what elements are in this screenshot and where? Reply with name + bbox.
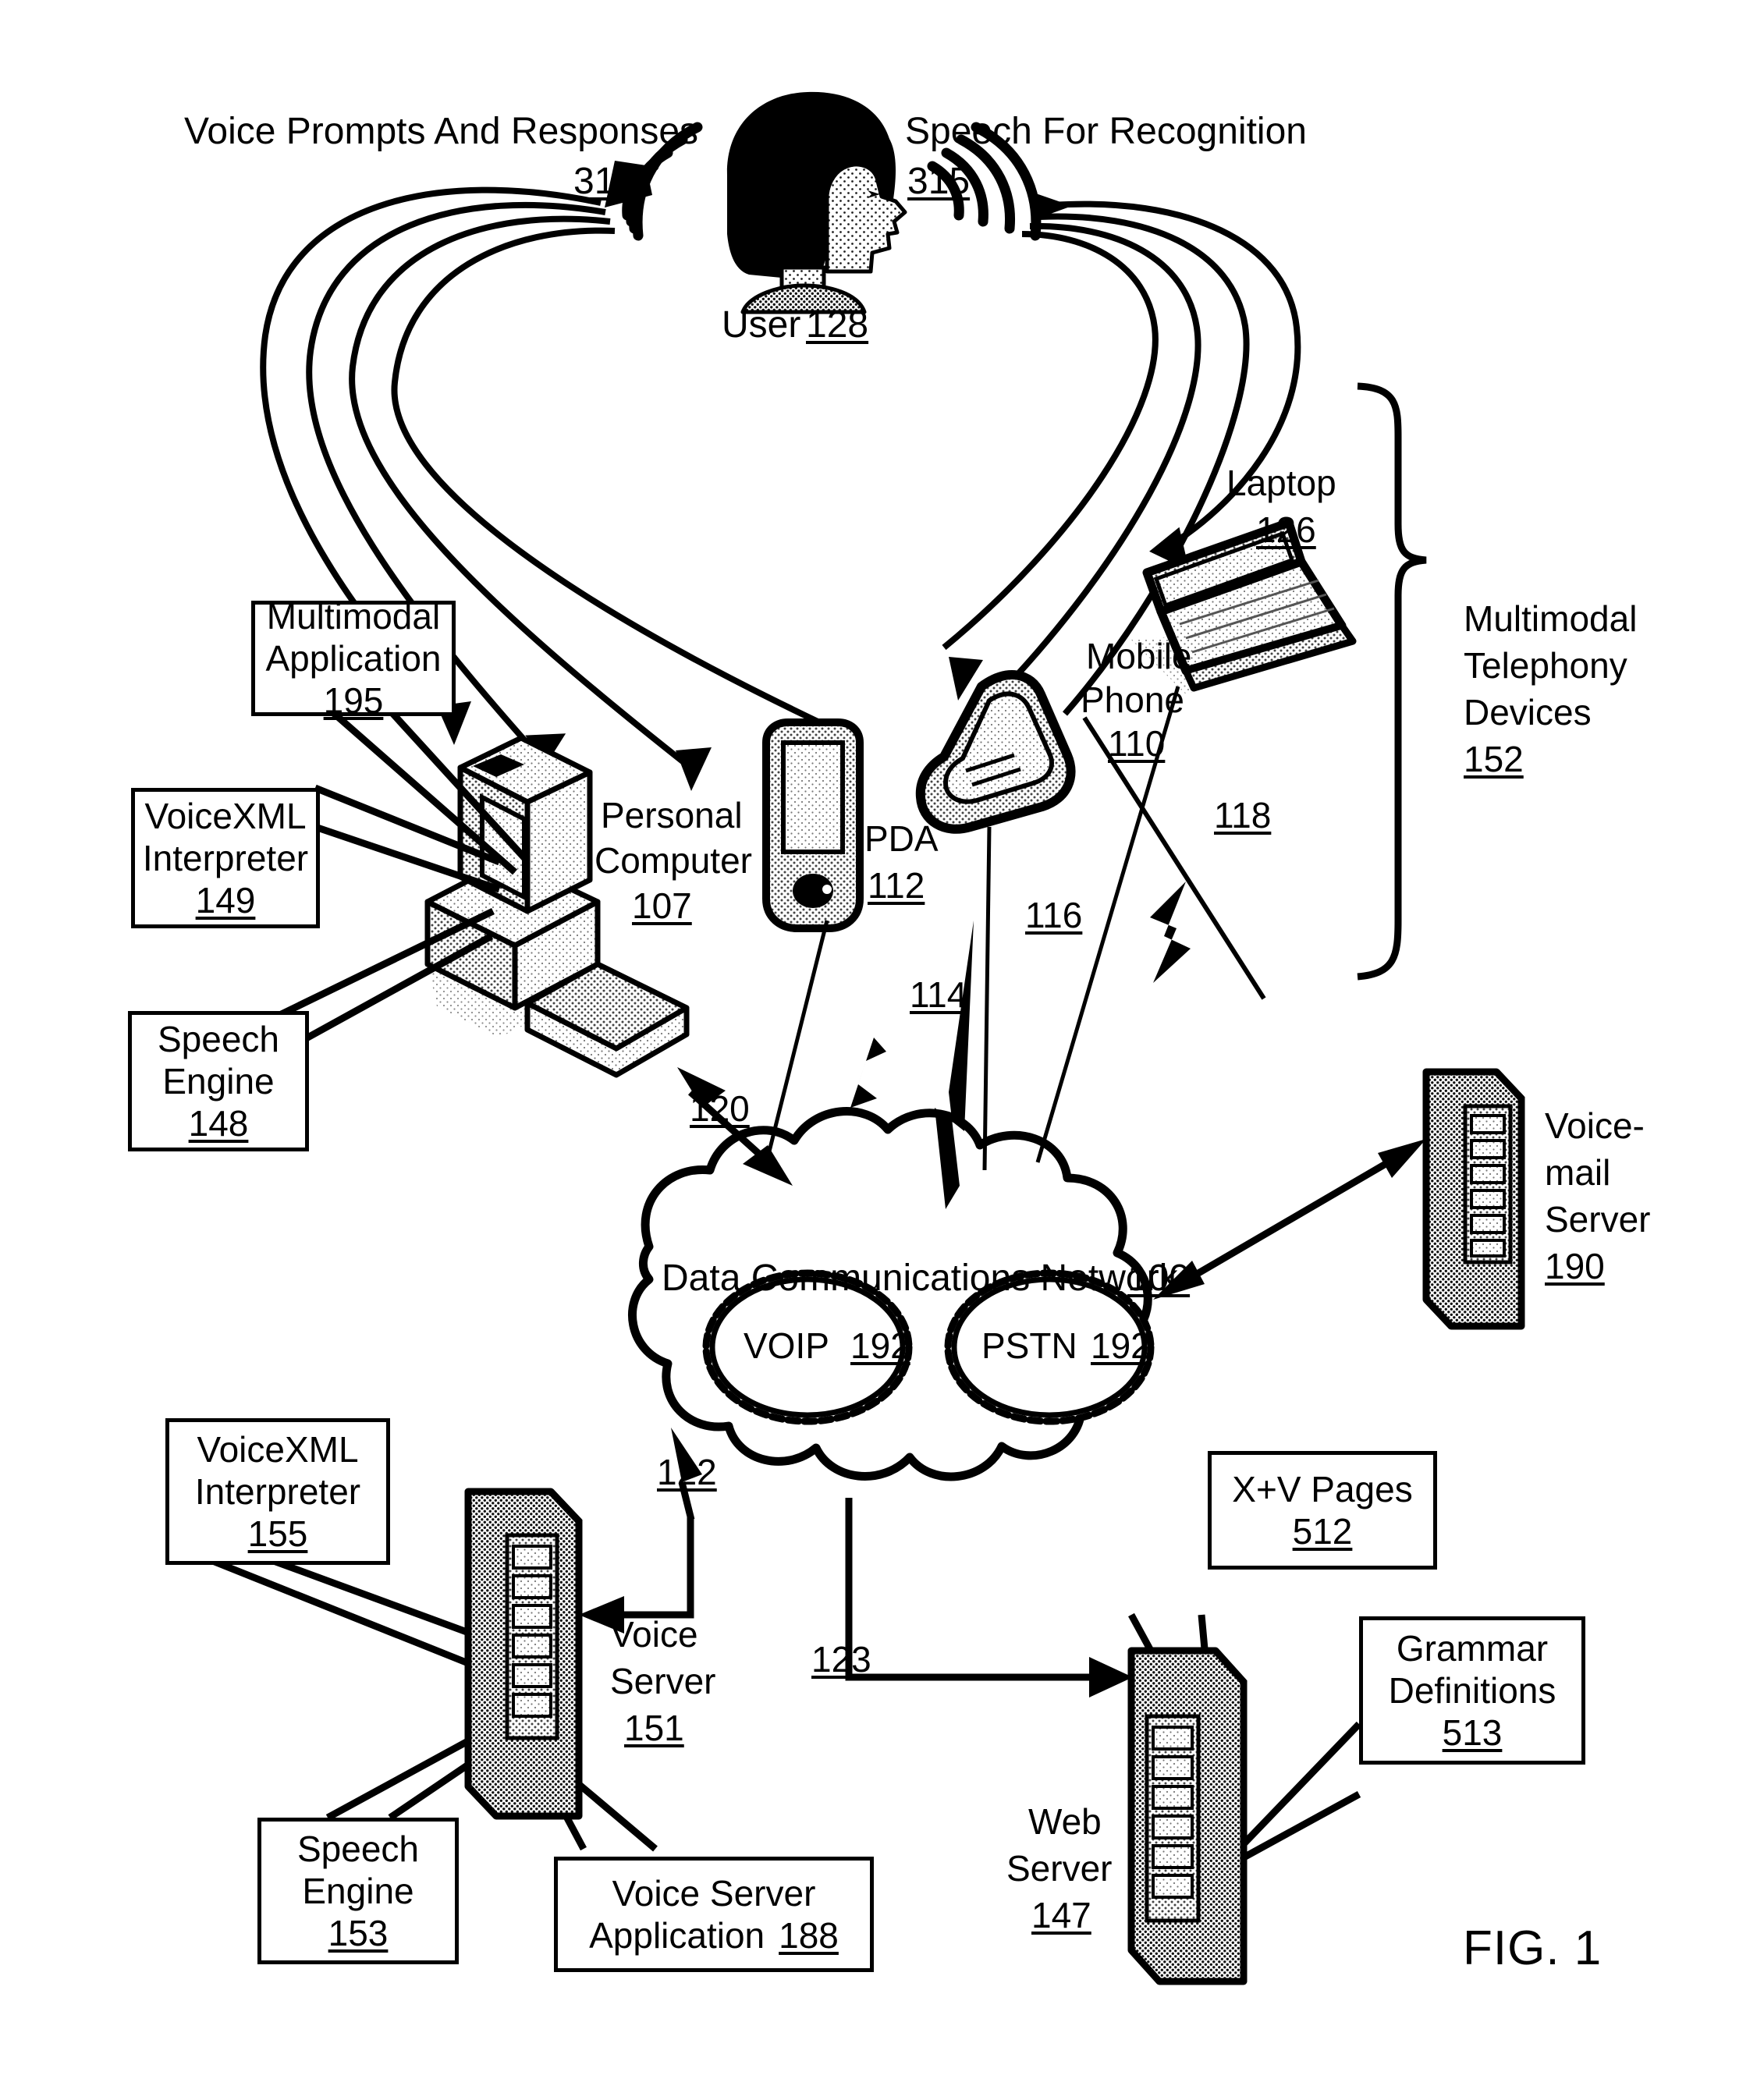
laptop-label: Laptop bbox=[1226, 463, 1336, 503]
patent-figure-page: Voice Prompts And Responses 314 Speech F… bbox=[0, 0, 1764, 2093]
callout-ref: 155 bbox=[247, 1513, 308, 1555]
figure-caption: FIG. 1 bbox=[1463, 1921, 1603, 1975]
callout-ref: 148 bbox=[188, 1103, 249, 1144]
callout-ref: 513 bbox=[1442, 1712, 1503, 1754]
speech-recognition-label: Speech For Recognition bbox=[905, 111, 1307, 152]
callout-line-1: X+V Pages bbox=[1232, 1468, 1413, 1509]
multimodal-devices-label-1: Multimodal bbox=[1464, 598, 1638, 639]
link-123-ref: 123 bbox=[811, 1639, 871, 1680]
voice-server-icon bbox=[464, 1488, 583, 1820]
pda-icon bbox=[762, 718, 864, 932]
callout-line-1: Voice Server bbox=[612, 1872, 816, 1914]
callout-speech-engine-148: Speech Engine 148 bbox=[128, 1011, 309, 1151]
callout-line-1: Multimodal bbox=[266, 595, 441, 637]
multimodal-devices-ref: 152 bbox=[1464, 739, 1524, 779]
speech-recognition-ref: 315 bbox=[907, 161, 971, 202]
voice-prompts-label: Voice Prompts And Responses bbox=[184, 111, 699, 152]
pstn-label: PSTN bbox=[981, 1325, 1077, 1366]
web-server-label-2: Server bbox=[1006, 1848, 1113, 1889]
callout-line-2: Definitions bbox=[1388, 1669, 1556, 1711]
callout-line-2: Engine bbox=[162, 1060, 275, 1101]
callout-ref: 512 bbox=[1292, 1511, 1353, 1552]
mobile-phone-label-2: Phone bbox=[1081, 679, 1185, 720]
voicemail-server-ref: 190 bbox=[1545, 1246, 1605, 1286]
user-label: User bbox=[722, 304, 801, 346]
pstn-ref: 192 bbox=[1091, 1325, 1151, 1366]
voicemail-server-label-1: Voice- bbox=[1545, 1105, 1645, 1146]
pda-label: PDA bbox=[864, 818, 939, 859]
mobile-phone-ref: 110 bbox=[1108, 723, 1166, 764]
callout-line-2: Interpreter bbox=[142, 837, 309, 878]
callout-line-1: Speech bbox=[296, 1828, 419, 1869]
callout-line-1: VoiceXML bbox=[144, 795, 307, 836]
web-server-icon bbox=[1127, 1647, 1248, 1985]
callout-ref: 153 bbox=[328, 1913, 389, 1954]
voice-server-label-1: Voice bbox=[610, 1614, 698, 1655]
link-122-ref: 122 bbox=[657, 1452, 717, 1492]
network-cloud-ref: 100 bbox=[1127, 1258, 1191, 1299]
voice-prompts-ref: 314 bbox=[573, 161, 637, 202]
cloud-voicemail-link bbox=[1153, 1139, 1426, 1300]
web-server-ref: 147 bbox=[1031, 1895, 1091, 1935]
laptop-ref: 126 bbox=[1256, 509, 1316, 550]
callout-xv-pages: X+V Pages 512 bbox=[1208, 1451, 1437, 1570]
voice-server-label-2: Server bbox=[610, 1661, 716, 1701]
callout-line-2: Application bbox=[265, 637, 442, 679]
pda-ref: 112 bbox=[868, 865, 925, 906]
callout-line-1: VoiceXML bbox=[197, 1428, 359, 1470]
callout-voicexml-interpreter-155: VoiceXML Interpreter 155 bbox=[165, 1418, 390, 1565]
multimodal-devices-label-2: Telephony bbox=[1464, 645, 1627, 686]
voip-label: VOIP bbox=[744, 1325, 829, 1366]
callout-line-2: Interpreter bbox=[194, 1470, 361, 1512]
callout-line-1: Speech bbox=[157, 1018, 279, 1059]
callout-voicexml-interpreter-149: VoiceXML Interpreter 149 bbox=[131, 788, 320, 928]
network-cloud-label: Data Communications Network bbox=[662, 1258, 1178, 1299]
user-ref: 128 bbox=[806, 304, 869, 346]
user-head-icon bbox=[726, 91, 907, 314]
callout-grammar-definitions: Grammar Definitions 513 bbox=[1359, 1616, 1585, 1765]
multimodal-devices-label-3: Devices bbox=[1464, 692, 1592, 733]
lightning-bolt-118 bbox=[1150, 882, 1191, 983]
callout-multimodal-application: Multimodal Application 195 bbox=[251, 596, 456, 721]
callout-line-1: Grammar bbox=[1396, 1627, 1549, 1669]
personal-computer-label-1: Personal bbox=[601, 795, 743, 835]
voicemail-server-label-2: mail bbox=[1545, 1152, 1611, 1193]
callout-line-2-row: Application 188 bbox=[589, 1914, 839, 1956]
mobile-phone-label-1: Mobile bbox=[1086, 636, 1192, 676]
link-114-ref: 114 bbox=[910, 974, 967, 1015]
callout-ref: 149 bbox=[195, 880, 256, 921]
link-120-ref: 120 bbox=[690, 1088, 750, 1129]
personal-computer-label-2: Computer bbox=[595, 840, 752, 881]
multimodal-devices-brace bbox=[1357, 382, 1427, 981]
callout-voice-server-application: Voice Server Application 188 bbox=[554, 1857, 874, 1972]
callout-ref: 195 bbox=[323, 680, 384, 722]
callout-ref: 188 bbox=[779, 1915, 839, 1956]
voice-server-ref: 151 bbox=[624, 1708, 684, 1748]
personal-computer-ref: 107 bbox=[632, 885, 692, 926]
link-123-arrow bbox=[845, 1498, 1133, 1697]
callout-speech-engine-153: Speech Engine 153 bbox=[257, 1818, 459, 1964]
link-118-ref: 118 bbox=[1214, 795, 1272, 835]
callout-line-2: Engine bbox=[302, 1870, 414, 1911]
voicemail-server-label-3: Server bbox=[1545, 1199, 1651, 1240]
voicemail-server-icon bbox=[1422, 1068, 1525, 1330]
web-server-label-1: Web bbox=[1028, 1801, 1102, 1842]
lightning-bolt-116 bbox=[850, 1038, 886, 1108]
link-116-ref: 116 bbox=[1025, 895, 1083, 935]
callout-line-2: Application bbox=[589, 1915, 765, 1956]
mobile-phone-icon bbox=[915, 670, 1076, 834]
voip-ref: 192 bbox=[850, 1325, 910, 1366]
